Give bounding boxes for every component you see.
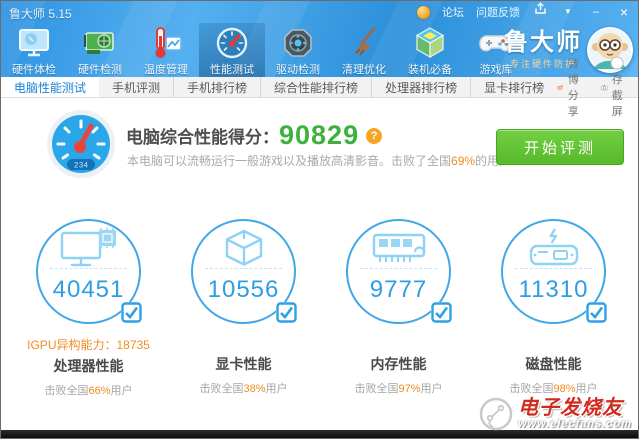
gauge-extra-spacer (321, 336, 476, 351)
gauge-row: 40451 IGPU异构能力：18735 处理器性能 击败全国66%用户 (11, 219, 631, 398)
toolbar-label: 清理优化 (342, 61, 386, 77)
gauge-value: 11310 (503, 276, 604, 304)
thermometer-icon (149, 26, 183, 60)
gauge-value: 40451 (38, 276, 139, 304)
tab-phone-ranking[interactable]: 手机排行榜 (174, 77, 261, 97)
medal-icon[interactable] (417, 6, 430, 19)
tab-phone-review[interactable]: 手机评测 (99, 77, 174, 97)
gauge-ram: 9777 内存性能 击败全国97%用户 (321, 219, 476, 398)
cpu-checkbox[interactable] (121, 302, 142, 323)
main-content: 234 电脑综合性能得分：90829? 本电脑可以流畅运行一般游戏以及播放高清影… (1, 98, 638, 432)
ram-stick-icon (348, 228, 449, 270)
gauge-value: 10556 (193, 276, 294, 304)
help-icon[interactable]: ? (366, 128, 382, 144)
brand-name: 鲁大师 (504, 31, 582, 55)
gauge-label: 磁盘性能 (476, 354, 631, 374)
minimize-button[interactable]: – (588, 1, 604, 23)
gauge-beat-line: 击败全国38%用户 (166, 380, 321, 396)
gauge-value: 9777 (348, 276, 449, 304)
toolbar-item-performance-test[interactable]: 性能测试 (199, 23, 265, 77)
toolbar-label: 硬件体检 (12, 61, 56, 77)
gauge-disk: 11310 磁盘性能 击败全国98%用户 (476, 219, 631, 398)
toolbar-item-essential-software[interactable]: 装机必备 (397, 23, 463, 77)
window-title: 鲁大师 5.15 (9, 5, 72, 22)
gauge-gpu: 10556 显卡性能 击败全国38%用户 (166, 219, 321, 398)
gauge-cpu: 40451 IGPU异构能力：18735 处理器性能 击败全国66%用户 (11, 219, 166, 398)
gpu-cube-icon (193, 228, 294, 270)
tab-pc-performance-test[interactable]: 电脑性能测试 (1, 77, 99, 97)
beaten-percent: 69% (451, 154, 475, 168)
gauge-extra-spacer (476, 336, 631, 351)
toolbar-item-driver-detect[interactable]: 驱动检测 (265, 23, 331, 77)
weibo-icon (557, 80, 564, 94)
tab-gpu-ranking[interactable]: 显卡排行榜 (471, 77, 557, 97)
mascot-avatar-icon[interactable] (587, 27, 633, 73)
brand-slogan: 专注硬件防护 (504, 57, 582, 70)
tab-cpu-ranking[interactable]: 处理器排行榜 (372, 77, 471, 97)
toolbar-item-clean-optimize[interactable]: 清理优化 (331, 23, 397, 77)
feedback-link[interactable]: 问题反馈 (476, 4, 520, 20)
toolbar-label: 温度管理 (144, 61, 188, 77)
gauge-label: 显卡性能 (166, 354, 321, 374)
ram-checkbox[interactable] (431, 302, 452, 323)
elecfans-logo-icon (479, 397, 513, 431)
toolbar-item-hardware-checkup[interactable]: 硬件体检 (1, 23, 67, 77)
igpu-score-label: IGPU异构能力：18735 (11, 336, 166, 353)
gpu-checkbox[interactable] (276, 302, 297, 323)
gpu-card-icon (83, 26, 117, 60)
toolbar-label: 性能测试 (210, 61, 254, 77)
gauge-beat-line: 击败全国98%用户 (476, 380, 631, 396)
toolbar-item-temperature[interactable]: 温度管理 (133, 23, 199, 77)
app-window: 鲁大师 5.15 论坛 问题反馈 ▼ – × 硬件体检 (0, 0, 639, 439)
gauge-beat-line: 击败全国97%用户 (321, 380, 476, 396)
subtab-bar: 电脑性能测试 手机评测 手机排行榜 综合性能排行榜 处理器排行榜 显卡排行榜 微… (1, 77, 638, 98)
toolbar-item-hardware-detect[interactable]: 硬件检测 (67, 23, 133, 77)
watermark-name: 电子发烧友 (518, 398, 632, 418)
gauge-divider (205, 268, 282, 269)
titlebar[interactable]: 鲁大师 5.15 论坛 问题反馈 ▼ – × (1, 1, 638, 23)
score-description: 本电脑可以流畅运行一般游戏以及播放高清影音。击败了全国69%的用户 (127, 152, 511, 169)
cube-icon (413, 26, 447, 60)
gauge-label: 内存性能 (321, 354, 476, 374)
gear-icon (281, 26, 315, 60)
score-value: 90829 (279, 120, 359, 150)
gauge-circle: 40451 (36, 219, 141, 324)
window-bottom-edge (1, 430, 638, 438)
disk-drive-icon (503, 228, 604, 270)
start-benchmark-button[interactable]: 开始评测 (496, 129, 624, 165)
gauge-extra-spacer (166, 336, 321, 351)
tab-overall-ranking[interactable]: 综合性能排行榜 (261, 77, 372, 97)
gauge-beat-line: 击败全国66%用户 (11, 382, 166, 398)
forum-link[interactable]: 论坛 (442, 4, 464, 20)
toolbar-label: 硬件检测 (78, 61, 122, 77)
gauge-divider (50, 268, 127, 269)
gauge-circle: 10556 (191, 219, 296, 324)
score-speedometer-icon: 234 (46, 109, 116, 179)
disk-checkbox[interactable] (586, 302, 607, 323)
close-button[interactable]: × (616, 1, 632, 23)
menu-dropdown-icon[interactable]: ▼ (560, 1, 576, 23)
monitor-icon (17, 26, 51, 60)
score-title: 电脑综合性能得分： (126, 128, 279, 147)
watermark-url: www.elecfans.com (518, 418, 632, 430)
share-icon[interactable] (532, 1, 548, 23)
toolbar-label: 装机必备 (408, 61, 452, 77)
gauge-circle: 11310 (501, 219, 606, 324)
gauge-divider (360, 268, 437, 269)
gauge-divider (515, 268, 592, 269)
gauge-label: 处理器性能 (11, 356, 166, 376)
toolbar-label: 驱动检测 (276, 61, 320, 77)
brand: 鲁大师 专注硬件防护 (504, 31, 582, 70)
broom-icon (347, 26, 381, 60)
gauge-circle: 9777 (346, 219, 451, 324)
speedometer-icon (215, 26, 249, 60)
elecfans-watermark: 电子发烧友 www.elecfans.com (479, 397, 632, 431)
window-chrome: 鲁大师 5.15 论坛 问题反馈 ▼ – × 硬件体检 (1, 1, 638, 77)
camera-icon (601, 81, 608, 94)
cpu-monitor-icon (38, 228, 139, 270)
svg-text:234: 234 (74, 162, 89, 171)
